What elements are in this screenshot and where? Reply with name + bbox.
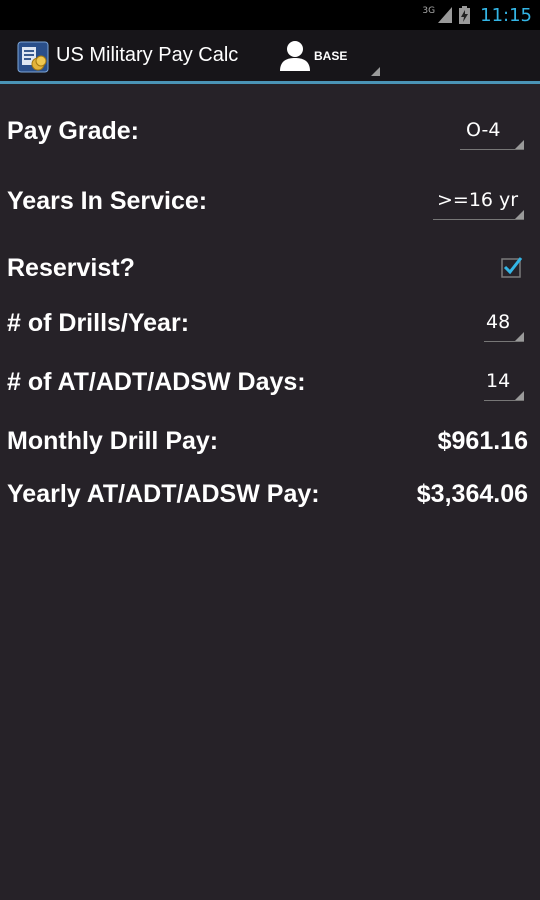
action-bar-divider [0,81,540,84]
pay-grade-underline [460,149,524,150]
monthly-drill-pay-label: Monthly Drill Pay: [7,427,219,455]
status-bar: 3G 11:15 [0,0,540,30]
at-days-underline [484,400,524,401]
signal-icon [437,6,453,24]
status-clock: 11:15 [480,4,532,26]
at-days-value: 14 [486,370,511,392]
battery-icon [459,6,471,24]
pay-grade-value: O-4 [466,119,501,141]
monthly-drill-pay-value: $961.16 [437,427,528,455]
spinner-arrow-icon [371,67,380,76]
network-type-label: 3G [422,6,436,16]
yearly-at-pay-label: Yearly AT/ADT/ADSW Pay: [7,480,320,508]
spinner-arrow-icon [515,391,524,400]
years-in-service-spinner[interactable]: >=16 yr [433,186,524,220]
pay-grade-spinner[interactable]: O-4 [460,116,524,150]
spinner-arrow-icon [515,140,524,149]
reservist-label: Reservist? [7,254,135,282]
years-in-service-label: Years In Service: [7,187,208,215]
drills-per-year-spinner[interactable]: 48 [484,308,524,342]
at-days-label: # of AT/ADT/ADSW Days: [7,368,306,396]
status-icons: 3G 11:15 [422,4,532,26]
years-in-service-value: >=16 yr [437,189,519,211]
profile-label: BASE [314,49,348,63]
app-icon[interactable] [17,41,49,73]
drills-per-year-value: 48 [486,311,511,333]
user-icon [278,40,312,77]
spinner-arrow-icon [515,210,524,219]
app-title: US Military Pay Calc [56,44,239,66]
reservist-checkbox[interactable] [501,256,523,278]
years-in-service-underline [433,219,524,220]
pay-grade-label: Pay Grade: [7,117,140,145]
drills-per-year-label: # of Drills/Year: [7,309,190,337]
drills-per-year-underline [484,341,524,342]
spinner-arrow-icon [515,332,524,341]
yearly-at-pay-value: $3,364.06 [416,480,528,508]
at-days-spinner[interactable]: 14 [484,367,524,401]
profile-spinner[interactable]: BASE [278,36,382,78]
